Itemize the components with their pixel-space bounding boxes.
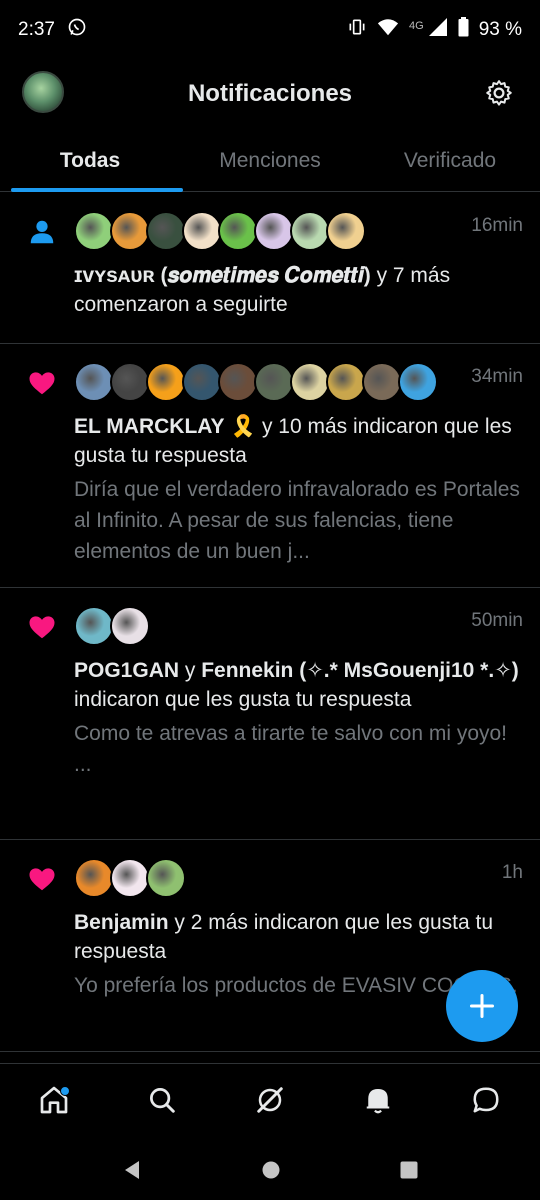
search-icon <box>150 1087 175 1113</box>
notification-text: ɪᴠʏsᴀᴜʀ (𝒔𝒐𝒎𝒆𝒕𝒊𝒎𝒆𝒔 𝑪𝒐𝒎𝒆𝒕𝒕𝒊) y 7 más come… <box>74 261 522 319</box>
vibrate-icon <box>347 17 367 43</box>
avatar-stack <box>74 606 522 646</box>
avatar[interactable] <box>362 362 402 402</box>
recents-icon[interactable] <box>399 1160 419 1180</box>
actor-name[interactable]: POG1GAN <box>74 659 179 682</box>
notification-text: Benjamin y 2 más indicaron que les gusta… <box>74 908 522 966</box>
avatar[interactable] <box>290 211 330 251</box>
back-icon[interactable] <box>121 1159 143 1181</box>
compose-button[interactable] <box>446 970 518 1042</box>
tab-menciones[interactable]: Menciones <box>180 132 360 191</box>
actor-name[interactable]: EL MARCKLAY 🎗️ <box>74 415 256 438</box>
avatar-stack <box>74 858 522 898</box>
avatar[interactable] <box>110 606 150 646</box>
avatar[interactable] <box>290 362 330 402</box>
notification-message: indicaron que les gusta tu respuesta <box>74 688 412 711</box>
avatar[interactable] <box>254 211 294 251</box>
actor-name[interactable]: ɪᴠʏsᴀᴜʀ (𝒔𝒐𝒎𝒆𝒕𝒊𝒎𝒆𝒔 𝑪𝒐𝒎𝒆𝒕𝒕𝒊) <box>74 264 371 287</box>
tab-todas[interactable]: Todas <box>0 132 180 191</box>
bell-icon <box>366 1088 390 1113</box>
avatar[interactable] <box>146 362 186 402</box>
avatar[interactable] <box>218 211 258 251</box>
notification-time: 1h <box>501 862 523 883</box>
settings-gear-icon[interactable] <box>484 78 514 108</box>
notification-time: 34min <box>471 366 523 387</box>
notification-feed: 16min ɪᴠʏsᴀᴜʀ (𝒔𝒐𝒎𝒆𝒕𝒊𝒎𝒆𝒔 𝑪𝒐𝒎𝒆𝒕𝒕𝒊) y 7 má… <box>0 193 540 1052</box>
avatar[interactable] <box>254 362 294 402</box>
avatar[interactable] <box>218 362 258 402</box>
avatar[interactable] <box>146 858 186 898</box>
battery-icon <box>458 17 469 43</box>
bottom-navigation <box>0 1063 540 1135</box>
nav-grok[interactable] <box>240 1070 300 1130</box>
chat-bubble-icon <box>473 1087 499 1112</box>
avatar[interactable] <box>326 362 366 402</box>
status-time: 2:37 <box>18 19 55 40</box>
nav-home[interactable] <box>24 1070 84 1130</box>
notification-item[interactable]: 34min EL MARCKLAY 🎗️ y 10 más indicaron … <box>0 344 540 588</box>
profile-avatar[interactable] <box>22 71 64 113</box>
whatsapp-icon <box>67 17 87 43</box>
heart-icon <box>27 864 57 894</box>
avatar[interactable] <box>74 606 114 646</box>
app-header: Notificaciones <box>0 62 540 126</box>
avatar[interactable] <box>182 362 222 402</box>
heart-icon <box>27 368 57 398</box>
reply-preview: Como te atrevas a tirarte te salvo con m… <box>74 722 508 776</box>
reply-preview: Diría que el verdadero infravalorado es … <box>74 478 520 563</box>
nav-search[interactable] <box>132 1070 192 1130</box>
avatar[interactable] <box>110 858 150 898</box>
actor-name-2[interactable]: Fennekin (✧.* MsGouenji10 *.✧) <box>201 659 519 682</box>
avatar[interactable] <box>326 211 366 251</box>
unread-dot <box>60 1085 70 1096</box>
avatar[interactable] <box>74 211 114 251</box>
home-circle-icon[interactable] <box>261 1160 281 1180</box>
notification-item[interactable]: 50min POG1GAN y Fennekin (✧.* MsGouenji1… <box>0 588 540 840</box>
actor-name[interactable]: Benjamin <box>74 911 169 934</box>
avatar[interactable] <box>146 211 186 251</box>
system-navigation-bar <box>0 1140 540 1200</box>
avatar[interactable] <box>110 211 150 251</box>
avatar[interactable] <box>74 858 114 898</box>
page-title: Notificaciones <box>187 80 353 107</box>
status-bar: 2:37 4G 93 % <box>0 0 540 60</box>
avatar[interactable] <box>398 362 438 402</box>
tab-verificado[interactable]: Verificado <box>360 132 540 191</box>
wifi-icon <box>377 17 399 43</box>
avatar[interactable] <box>74 362 114 402</box>
avatar[interactable] <box>110 362 150 402</box>
notification-item[interactable]: 16min ɪᴠʏsᴀᴜʀ (𝒔𝒐𝒎𝒆𝒕𝒊𝒎𝒆𝒔 𝑪𝒐𝒎𝒆𝒕𝒕𝒊) y 7 má… <box>0 193 540 344</box>
notification-text: EL MARCKLAY 🎗️ y 10 más indicaron que le… <box>74 412 522 470</box>
active-tab-indicator <box>11 188 183 192</box>
notification-conjunction: y <box>179 659 202 682</box>
nav-messages[interactable] <box>456 1070 516 1130</box>
heart-icon <box>27 612 57 642</box>
battery-level: 93 % <box>478 19 522 40</box>
network-type: 4G <box>409 20 424 32</box>
signal-icon <box>428 17 448 43</box>
notification-time: 50min <box>471 610 523 631</box>
nav-notifications[interactable] <box>348 1070 408 1130</box>
notification-tabs: Todas Menciones Verificado <box>0 132 540 192</box>
person-icon <box>27 217 57 247</box>
plus-icon <box>469 993 495 1019</box>
notification-time: 16min <box>471 215 523 236</box>
grok-icon <box>257 1086 283 1113</box>
avatar-stack <box>74 362 522 402</box>
avatar-stack <box>74 211 522 251</box>
avatar[interactable] <box>182 211 222 251</box>
notification-text: POG1GAN y Fennekin (✧.* MsGouenji10 *.✧)… <box>74 656 522 714</box>
